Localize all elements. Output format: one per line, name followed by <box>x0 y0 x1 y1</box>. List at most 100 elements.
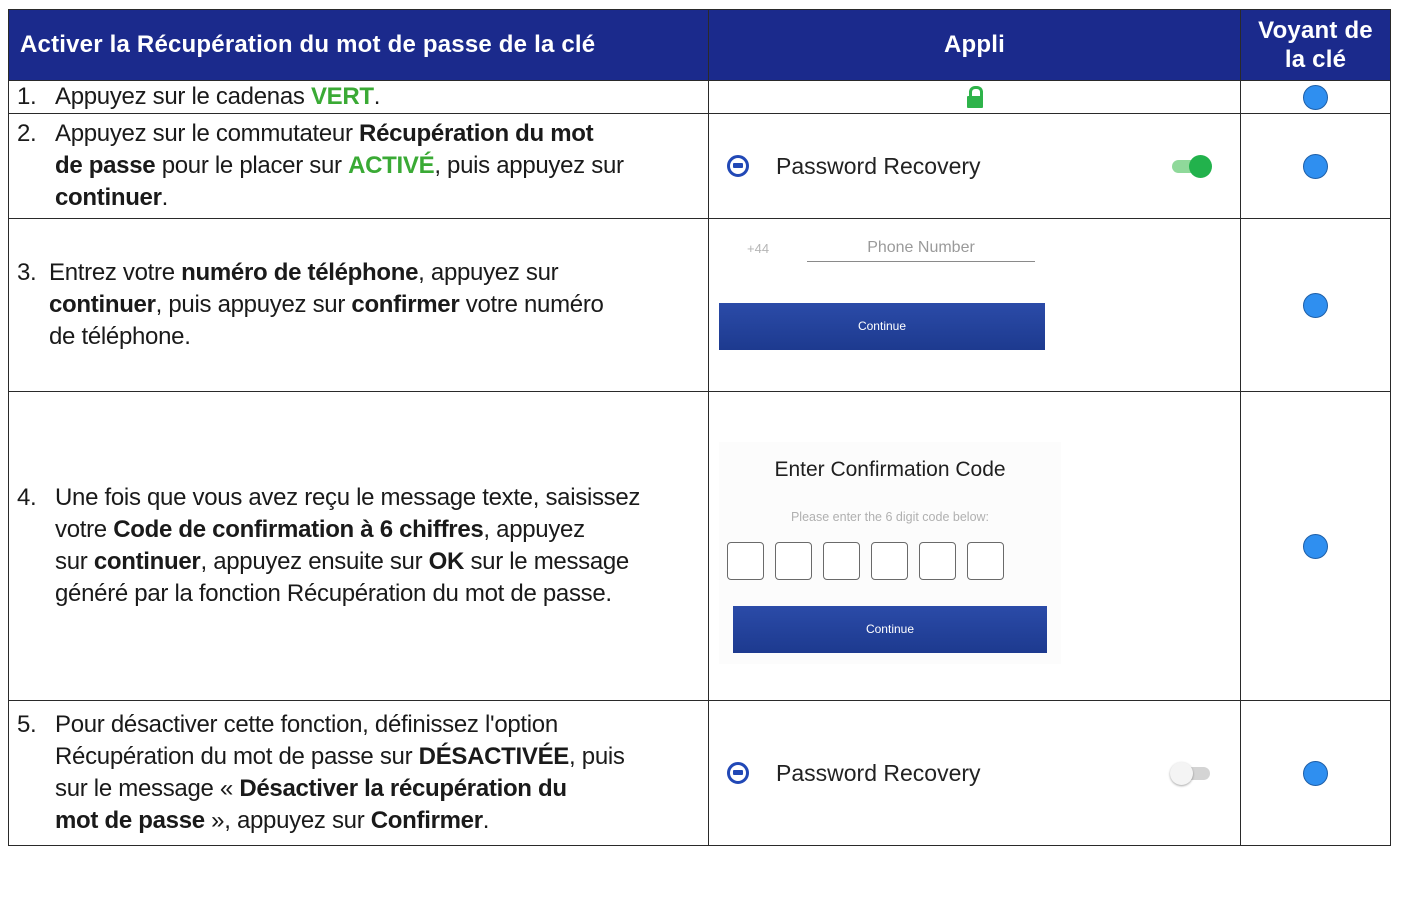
header-led-line1: Voyant de <box>1258 17 1373 44</box>
password-recovery-setting: Password Recovery <box>727 146 1222 186</box>
step-emphasis: de passe <box>55 152 156 179</box>
step-emphasis: continuer <box>93 548 201 575</box>
password-recovery-toggle-off[interactable] <box>1170 762 1212 785</box>
step-number: 4. <box>17 484 37 511</box>
password-recovery-icon <box>727 762 749 784</box>
confirmation-title: Enter Confirmation Code <box>774 458 1006 481</box>
step-4-led <box>1240 391 1391 701</box>
header-led: Voyant de la clé <box>1240 9 1391 81</box>
step-5-led <box>1240 700 1391 846</box>
code-digit-input[interactable] <box>775 542 812 580</box>
code-digit-input[interactable] <box>919 542 956 580</box>
step-line: sur le message « Désactiver la récupérat… <box>17 773 692 805</box>
step-emphasis: Confirmer <box>370 807 483 834</box>
step-4-app: Enter Confirmation Code Please enter the… <box>708 391 1241 701</box>
step-emphasis: confirmer <box>351 291 460 318</box>
table-row: 4. Une fois que vous avez reçu le message… <box>8 391 1391 701</box>
step-emphasis: Récupération du mot <box>359 120 594 147</box>
password-recovery-label: Password Recovery <box>776 152 981 179</box>
step-1-text: 1. Appuyez sur le cadenas VERT. <box>8 80 709 114</box>
step-text: Pour désactiver cette fonction, définiss… <box>55 711 558 738</box>
password-recovery-toggle-on[interactable] <box>1170 155 1212 178</box>
step-3-app: +44 Phone Number Continue <box>708 218 1241 392</box>
step-text: sur <box>55 548 94 575</box>
confirmation-code-screen: Enter Confirmation Code Please enter the… <box>719 442 1061 664</box>
step-2-app: Password Recovery <box>708 113 1241 219</box>
step-line: 4. Une fois que vous avez reçu le message… <box>17 482 692 514</box>
step-emphasis: VERT <box>310 83 374 110</box>
step-emphasis: Désactiver la récupération du <box>239 775 567 802</box>
step-text: », appuyez sur <box>204 807 371 834</box>
code-digit-input[interactable] <box>823 542 860 580</box>
step-4-text: 4. Une fois que vous avez reçu le message… <box>8 391 709 701</box>
continue-button[interactable]: Continue <box>719 303 1045 350</box>
step-text: Récupération du mot de passe sur <box>55 743 419 770</box>
continue-button[interactable]: Continue <box>733 606 1047 653</box>
step-emphasis: continuer <box>55 184 162 211</box>
phone-number-input[interactable]: Phone Number <box>807 239 1035 262</box>
step-text: . <box>373 83 381 110</box>
phone-entry-screen: +44 Phone Number Continue <box>719 227 1059 373</box>
code-digit-input[interactable] <box>967 542 1004 580</box>
step-text: , puis <box>569 743 625 770</box>
step-text: , appuyez ensuite sur <box>200 548 429 575</box>
led-indicator-icon <box>1303 153 1328 179</box>
step-number: 1. <box>17 83 37 110</box>
step-text: Entrez votre <box>49 259 182 286</box>
step-text: votre <box>55 516 114 543</box>
step-1-app <box>708 80 1241 114</box>
step-line: mot de passe », appuyez sur Confirmer. <box>17 805 692 837</box>
code-digit-input[interactable] <box>871 542 908 580</box>
step-text: sur le message <box>464 548 629 575</box>
step-emphasis: ACTIVÉ <box>348 152 435 179</box>
password-recovery-table: Activer la Récupération du mot de passe … <box>8 9 1391 846</box>
step-3-text: 3. Entrez votre numéro de téléphone, appu… <box>8 218 709 392</box>
step-number: 3. <box>17 259 37 286</box>
step-number: 5. <box>17 711 37 738</box>
step-text: sur le message « <box>55 775 240 802</box>
header-app: Appli <box>708 9 1241 81</box>
padlock-open-icon[interactable] <box>966 86 983 108</box>
header-led-line2: la clé <box>1284 46 1347 73</box>
step-line: sur continuer, appuyez ensuite sur OK su… <box>17 546 692 578</box>
step-text: votre numéro <box>459 291 604 318</box>
header-instructions: Activer la Récupération du mot de passe … <box>8 9 709 81</box>
step-text: . <box>482 807 490 834</box>
confirmation-subtitle: Please enter the 6 digit code below: <box>790 510 990 524</box>
led-indicator-icon <box>1303 292 1328 318</box>
table-header-row: Activer la Récupération du mot de passe … <box>8 9 1391 81</box>
code-digit-boxes <box>727 542 1004 580</box>
step-line: 2. Appuyez sur le commutateur Récupératio… <box>17 118 692 150</box>
step-emphasis: Code de confirmation à 6 chiffres <box>113 516 484 543</box>
step-emphasis: continuer <box>49 291 156 318</box>
step-line: Récupération du mot de passe sur DÉSACTI… <box>17 741 692 773</box>
step-text: , appuyez <box>483 516 585 543</box>
step-line: continuer. <box>17 182 692 214</box>
step-2-led <box>1240 113 1391 219</box>
password-recovery-label: Password Recovery <box>776 759 981 786</box>
step-line: continuer, puis appuyez sur confirmer vo… <box>17 289 692 321</box>
step-emphasis: OK <box>428 548 465 575</box>
step-number: 2. <box>17 120 37 147</box>
step-text: . <box>161 184 169 211</box>
step-5-app: Password Recovery <box>708 700 1241 846</box>
step-text: , puis appuyez sur <box>434 152 624 179</box>
led-indicator-icon <box>1303 760 1328 786</box>
table-row: 5. Pour désactiver cette fonction, défini… <box>8 700 1391 846</box>
table-row: 1. Appuyez sur le cadenas VERT. <box>8 80 1391 114</box>
step-text: Appuyez sur le commutateur <box>55 120 360 147</box>
step-text: pour le placer sur <box>155 152 349 179</box>
step-text: Appuyez sur le cadenas <box>55 83 311 110</box>
password-recovery-setting: Password Recovery <box>727 753 1222 793</box>
code-digit-input[interactable] <box>727 542 764 580</box>
step-line: 5. Pour désactiver cette fonction, défini… <box>17 709 692 741</box>
step-2-text: 2. Appuyez sur le commutateur Récupératio… <box>8 113 709 219</box>
country-code[interactable]: +44 <box>747 241 769 256</box>
step-line: de passe pour le placer sur ACTIVÉ, puis… <box>17 150 692 182</box>
step-line: votre Code de confirmation à 6 chiffres,… <box>17 514 692 546</box>
step-1-led <box>1240 80 1391 114</box>
table-row: 2. Appuyez sur le commutateur Récupératio… <box>8 113 1391 219</box>
step-text: , puis appuyez sur <box>155 291 352 318</box>
step-text: , appuyez sur <box>418 259 559 286</box>
table-row: 3. Entrez votre numéro de téléphone, appu… <box>8 218 1391 392</box>
